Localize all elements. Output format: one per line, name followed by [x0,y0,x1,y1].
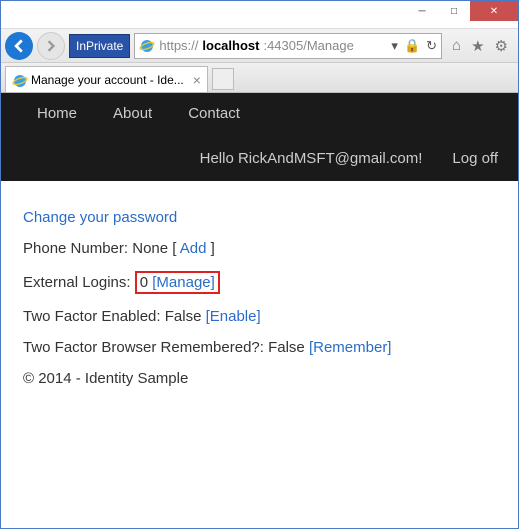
manage-external-logins-link[interactable]: [Manage] [152,274,215,291]
phone-number-value: None [132,240,168,257]
external-logins-highlight: 0 [Manage] [135,271,220,294]
dropdown-icon[interactable]: ▾ [391,38,398,54]
tools-icon[interactable]: ⚙ [495,37,508,55]
remember-browser-link[interactable]: [Remember] [309,339,392,356]
change-password-link[interactable]: Change your password [23,209,177,226]
bracket-open: [ [172,240,180,257]
url-host: localhost [202,38,259,53]
tab-title: Manage your account - Ide... [31,73,184,87]
nav-about[interactable]: About [113,105,152,122]
tab-close-icon[interactable]: × [193,72,201,88]
ie-icon [139,38,155,54]
browser-tab[interactable]: Manage your account - Ide... × [5,66,208,92]
nav-home[interactable]: Home [37,105,77,122]
account-content: Change your password Phone Number: None … [1,181,518,441]
url-scheme: https:// [159,38,198,53]
phone-number-label: Phone Number: [23,240,132,257]
new-tab-button[interactable] [212,68,234,90]
forward-button[interactable] [37,32,65,60]
window-minimize-button[interactable]: ─ [406,1,438,21]
lock-icon[interactable]: 🔒 [404,38,420,54]
external-logins-label: External Logins: [23,274,135,291]
page-viewport: Home About Contact Hello RickAndMSFT@gma… [1,93,518,528]
refresh-icon[interactable]: ↻ [426,38,437,54]
add-phone-link[interactable]: Add [180,240,207,257]
bracket-close: ] [206,240,214,257]
inprivate-badge: InPrivate [69,34,130,58]
nav-logoff[interactable]: Log off [452,150,498,167]
window-close-button[interactable]: ✕ [470,1,518,21]
site-header: Home About Contact Hello RickAndMSFT@gma… [1,93,518,181]
favorites-icon[interactable]: ★ [471,37,484,55]
ie-favicon [12,73,26,87]
tab-strip: Manage your account - Ide... × [1,63,518,93]
back-button[interactable] [5,32,33,60]
address-bar[interactable]: https:// localhost :44305/Manage ▾ 🔒 ↻ [134,33,442,59]
url-rest: :44305/Manage [263,38,353,53]
address-bar-icons: ▾ 🔒 ↻ [391,38,437,54]
footer-text: © 2014 - Identity Sample [23,370,496,387]
external-logins-count: 0 [140,274,148,291]
nav-contact[interactable]: Contact [188,105,240,122]
window-maximize-button[interactable]: □ [438,1,470,21]
home-icon[interactable]: ⌂ [452,37,461,55]
two-factor-enabled-value: False [165,308,202,325]
window-titlebar: ─ □ ✕ [1,1,518,29]
two-factor-enabled-label: Two Factor Enabled: [23,308,165,325]
nav-hello-user[interactable]: Hello RickAndMSFT@gmail.com! [200,150,423,167]
two-factor-browser-label: Two Factor Browser Remembered?: [23,339,268,356]
two-factor-browser-value: False [268,339,305,356]
enable-two-factor-link[interactable]: [Enable] [206,308,261,325]
browser-navbar: InPrivate https:// localhost :44305/Manage… [1,29,518,63]
